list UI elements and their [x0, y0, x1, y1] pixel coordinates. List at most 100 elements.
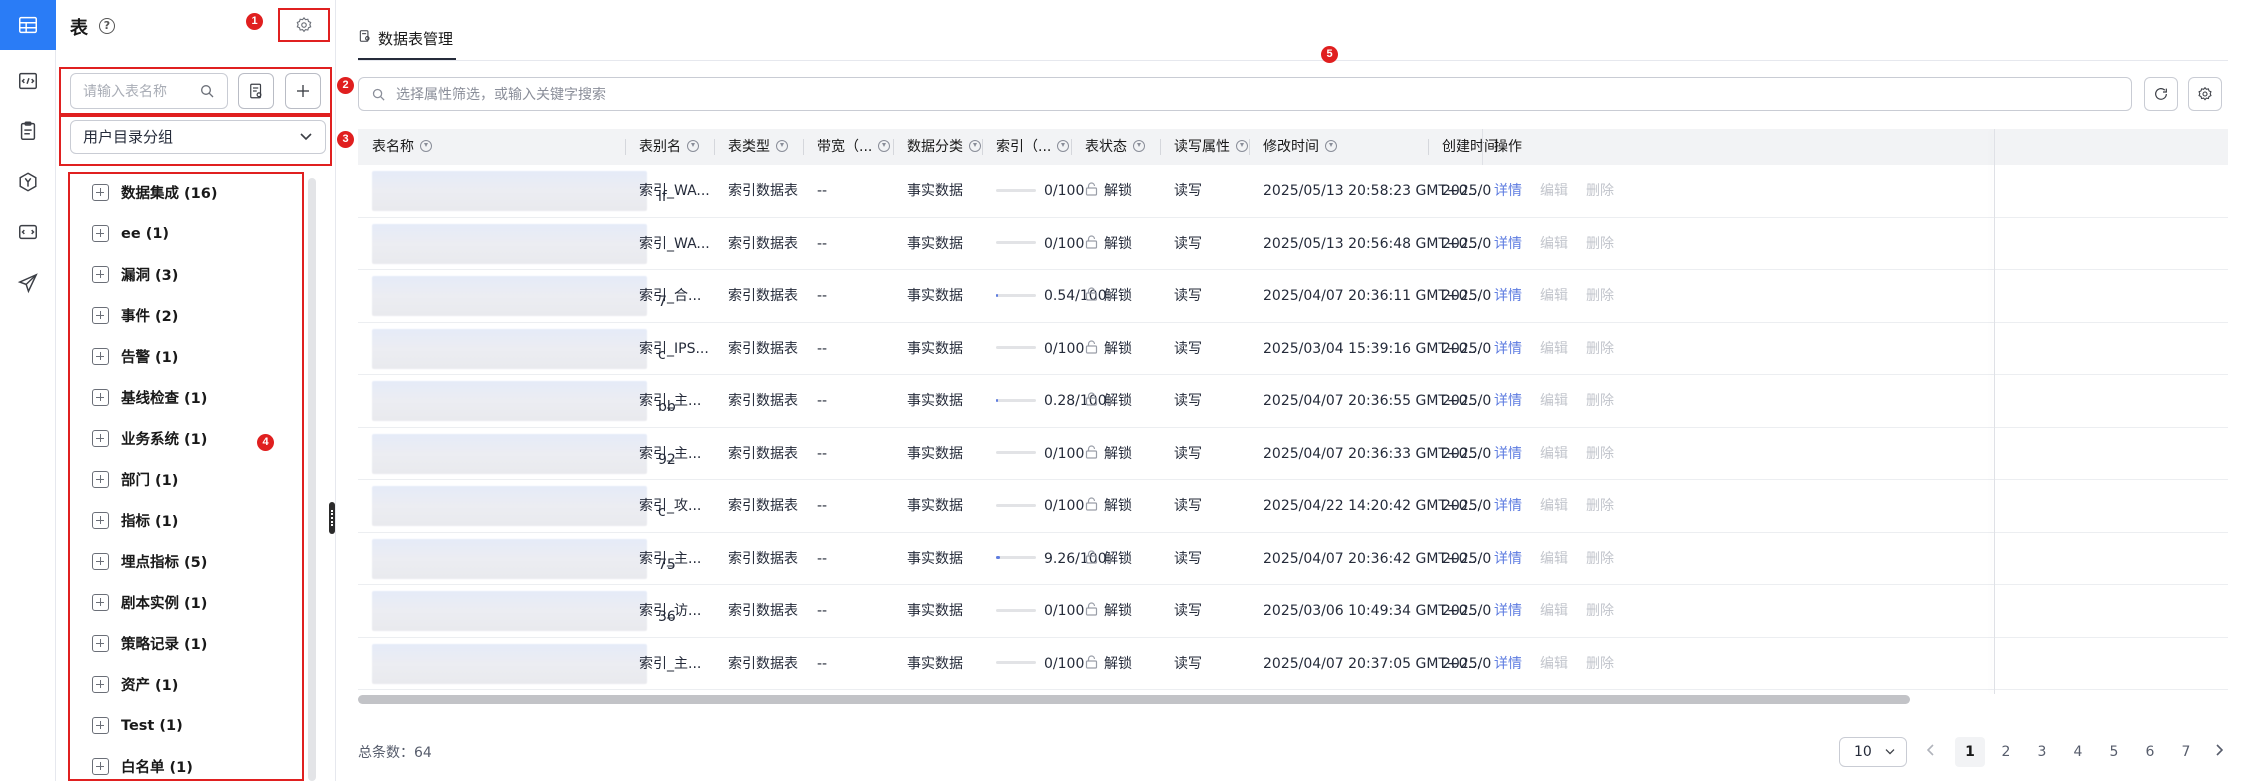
column-header[interactable]: 表状态: [1085, 129, 1145, 165]
sort-icon[interactable]: [969, 140, 981, 152]
edit-link[interactable]: 编辑: [1540, 165, 1568, 217]
column-header[interactable]: 表名称: [372, 129, 432, 165]
detail-link[interactable]: 详情: [1494, 533, 1522, 585]
column-header[interactable]: 修改时间: [1263, 129, 1337, 165]
expand-plus-icon[interactable]: [92, 184, 109, 201]
expand-plus-icon[interactable]: [92, 635, 109, 652]
edit-link[interactable]: 编辑: [1540, 323, 1568, 375]
delete-link[interactable]: 删除: [1586, 375, 1614, 427]
cell-table-name[interactable]: 7: [358, 270, 667, 322]
delete-link[interactable]: 删除: [1586, 428, 1614, 480]
table-icon[interactable]: [0, 0, 56, 50]
expand-plus-icon[interactable]: [92, 512, 109, 529]
sort-icon[interactable]: [1325, 140, 1337, 152]
delete-link[interactable]: 删除: [1586, 218, 1614, 270]
expand-plus-icon[interactable]: [92, 430, 109, 447]
expand-plus-icon[interactable]: [92, 553, 109, 570]
add-table-button[interactable]: [285, 73, 321, 109]
delete-link[interactable]: 删除: [1586, 270, 1614, 322]
edit-link[interactable]: 编辑: [1540, 428, 1568, 480]
page-number-button[interactable]: 3: [2027, 737, 2057, 767]
tree-scrollbar[interactable]: [308, 178, 316, 781]
column-separator[interactable]: [1071, 139, 1072, 155]
edit-link[interactable]: 编辑: [1540, 585, 1568, 637]
expand-plus-icon[interactable]: [92, 676, 109, 693]
edit-link[interactable]: 编辑: [1540, 218, 1568, 270]
edit-link[interactable]: 编辑: [1540, 270, 1568, 322]
column-separator[interactable]: [1160, 139, 1161, 155]
expand-plus-icon[interactable]: [92, 348, 109, 365]
tab-table-management[interactable]: 数据表管理: [358, 22, 453, 60]
tree-item[interactable]: 策略记录 (1): [70, 623, 300, 664]
sort-icon[interactable]: [776, 140, 788, 152]
column-separator[interactable]: [982, 139, 983, 155]
settings-button[interactable]: [278, 8, 330, 42]
expand-plus-icon[interactable]: [92, 266, 109, 283]
delete-link[interactable]: 删除: [1586, 165, 1614, 217]
expand-plus-icon[interactable]: [92, 471, 109, 488]
sort-icon[interactable]: [1133, 140, 1145, 152]
tree-item[interactable]: 业务系统 (1): [70, 418, 300, 459]
tree-item[interactable]: 指标 (1): [70, 500, 300, 541]
tree-item[interactable]: 白名单 (1): [70, 746, 300, 781]
delete-link[interactable]: 删除: [1586, 638, 1614, 690]
sort-icon[interactable]: [1236, 140, 1248, 152]
help-icon[interactable]: ?: [99, 18, 115, 34]
tree-item[interactable]: 事件 (2): [70, 295, 300, 336]
column-separator[interactable]: [1428, 139, 1429, 155]
code-block-icon[interactable]: [0, 56, 56, 106]
tree-item[interactable]: 资产 (1): [70, 664, 300, 705]
cell-table-name[interactable]: c: [358, 323, 666, 375]
detail-link[interactable]: 详情: [1494, 428, 1522, 480]
column-header[interactable]: 创建时间: [1442, 129, 1498, 165]
page-number-button[interactable]: 6: [2135, 737, 2165, 767]
page-number-button[interactable]: 1: [1955, 737, 1985, 767]
tree-item[interactable]: 基线检查 (1): [70, 377, 300, 418]
column-separator[interactable]: [1249, 139, 1250, 155]
prev-page-button[interactable]: [1916, 737, 1946, 767]
next-page-button[interactable]: [2204, 737, 2234, 767]
expand-plus-icon[interactable]: [92, 717, 109, 734]
column-header[interactable]: 读写属性: [1174, 129, 1248, 165]
page-number-button[interactable]: 2: [1991, 737, 2021, 767]
dev-tool-icon[interactable]: [0, 207, 56, 257]
page-number-button[interactable]: 7: [2171, 737, 2201, 767]
tree-item[interactable]: 埋点指标 (5): [70, 541, 300, 582]
edit-link[interactable]: 编辑: [1540, 638, 1568, 690]
tree-item[interactable]: 剧本实例 (1): [70, 582, 300, 623]
column-separator[interactable]: [625, 139, 626, 155]
expand-plus-icon[interactable]: [92, 225, 109, 242]
cell-table-name[interactable]: 75: [358, 533, 676, 585]
edit-link[interactable]: 编辑: [1540, 480, 1568, 532]
table-search-input[interactable]: 请输入表名称: [70, 73, 228, 109]
refresh-button[interactable]: [2144, 77, 2178, 111]
cell-table-name[interactable]: lf: [358, 165, 667, 217]
column-separator[interactable]: [714, 139, 715, 155]
page-number-button[interactable]: 5: [2099, 737, 2129, 767]
table-list-button[interactable]: [238, 73, 274, 109]
send-icon[interactable]: [0, 258, 56, 308]
cell-table-name[interactable]: 92: [358, 428, 676, 480]
detail-link[interactable]: 详情: [1494, 270, 1522, 322]
sort-icon[interactable]: [1057, 140, 1070, 152]
delete-link[interactable]: 删除: [1586, 480, 1614, 532]
panel-resize-handle[interactable]: [329, 502, 335, 534]
detail-link[interactable]: 详情: [1494, 375, 1522, 427]
column-header[interactable]: 数据分类: [907, 129, 981, 165]
cell-table-name[interactable]: bb: [358, 375, 676, 427]
detail-link[interactable]: 详情: [1494, 218, 1522, 270]
tree-item[interactable]: 数据集成 (16): [70, 172, 300, 213]
column-header[interactable]: 表别名: [639, 129, 699, 165]
expand-plus-icon[interactable]: [92, 758, 109, 775]
detail-link[interactable]: 详情: [1494, 165, 1522, 217]
column-separator[interactable]: [893, 139, 894, 155]
expand-plus-icon[interactable]: [92, 307, 109, 324]
column-header[interactable]: 表类型: [728, 129, 788, 165]
delete-link[interactable]: 删除: [1586, 323, 1614, 375]
sort-icon[interactable]: [878, 140, 891, 152]
filter-search-input[interactable]: 选择属性筛选，或输入关键字搜索: [358, 77, 2132, 111]
edit-link[interactable]: 编辑: [1540, 375, 1568, 427]
tree-item[interactable]: 漏洞 (3): [70, 254, 300, 295]
detail-link[interactable]: 详情: [1494, 638, 1522, 690]
expand-plus-icon[interactable]: [92, 389, 109, 406]
